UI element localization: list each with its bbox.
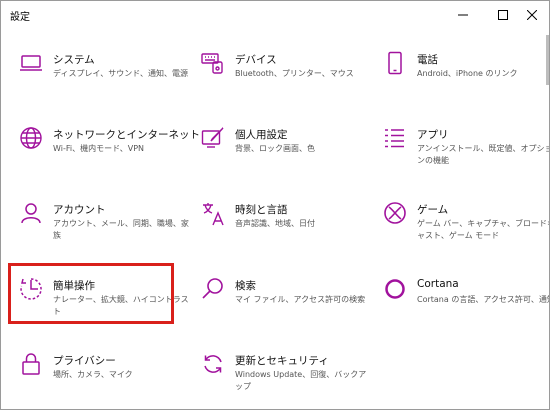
ease-of-access-icon <box>19 277 47 305</box>
title-bar: 設定 <box>1 1 549 29</box>
globe-icon <box>19 126 47 154</box>
tile-network[interactable]: ネットワークとインターネット Wi-Fi、機内モード、VPN <box>19 126 200 186</box>
tile-description: Wi-Fi、機内モード、VPN <box>53 144 145 153</box>
minimize-icon <box>458 14 468 16</box>
paint-icon <box>201 126 229 154</box>
apps-list-icon <box>383 126 411 154</box>
tile-description: マイ ファイル、アクセス許可の検索 <box>235 295 366 304</box>
tile-name: 電話 <box>417 54 438 66</box>
time-language-icon <box>201 201 229 229</box>
refresh-icon <box>201 352 229 380</box>
phone-icon <box>383 51 411 79</box>
tile-description: ナレーター、拡大鏡、ハイコントラスト <box>53 295 189 316</box>
tile-name: ゲーム <box>417 204 449 216</box>
tile-name: Cortana <box>417 278 459 290</box>
maximize-icon <box>498 10 508 20</box>
tile-description: 音声認識、地域、日付 <box>235 219 315 228</box>
tile-description: Android、iPhone のリンク <box>417 69 518 78</box>
person-icon <box>19 201 47 229</box>
tile-description: アカウント、メール、同期、職場、家族 <box>53 219 189 240</box>
tile-description: アンインストール、既定値、オプションの機能 <box>417 144 550 165</box>
tile-name: プライバシー <box>53 355 116 367</box>
tile-devices[interactable]: デバイス Bluetooth、プリンター、マウス <box>201 51 371 111</box>
tile-accounts[interactable]: アカウント アカウント、メール、同期、職場、家族 <box>19 201 189 261</box>
laptop-icon <box>19 51 47 79</box>
settings-window: 設定 システム ディスプレイ、サウンド、通知、電源 デバイス Bluetooth… <box>0 0 550 410</box>
tile-personalization[interactable]: 個人用設定 背景、ロック画面、色 <box>201 126 371 186</box>
tile-ease-of-access[interactable]: 簡単操作 ナレーター、拡大鏡、ハイコントラスト <box>19 277 189 337</box>
tile-time-language[interactable]: 時刻と言語 音声認識、地域、日付 <box>201 201 371 261</box>
tile-name: 簡単操作 <box>53 280 95 292</box>
lock-icon <box>19 352 47 380</box>
tile-name: アカウント <box>53 204 106 216</box>
xbox-icon <box>383 201 411 229</box>
tile-description: ディスプレイ、サウンド、通知、電源 <box>53 69 188 78</box>
tile-description: 背景、ロック画面、色 <box>235 144 315 153</box>
tile-name: 更新とセキュリティ <box>235 355 329 367</box>
tile-description: Bluetooth、プリンター、マウス <box>235 69 354 78</box>
tile-name: ネットワークとインターネット <box>53 129 200 141</box>
tile-name: デバイス <box>235 54 277 66</box>
minimize-button[interactable] <box>445 1 481 29</box>
tile-description: 場所、カメラ、マイク <box>53 370 133 379</box>
tile-name: 個人用設定 <box>235 129 288 141</box>
tile-phone[interactable]: 電話 Android、iPhone のリンク <box>383 51 549 111</box>
window-title: 設定 <box>10 12 30 23</box>
tile-search[interactable]: 検索 マイ ファイル、アクセス許可の検索 <box>201 277 371 337</box>
tile-apps[interactable]: アプリ アンインストール、既定値、オプションの機能 <box>383 126 550 186</box>
tile-description: Cortana の言語、アクセス許可、通知 <box>417 295 550 304</box>
tile-name: 時刻と言語 <box>235 204 288 216</box>
tile-name: 検索 <box>235 280 256 292</box>
tile-system[interactable]: システム ディスプレイ、サウンド、通知、電源 <box>19 51 189 111</box>
close-button[interactable] <box>514 1 549 29</box>
tile-name: アプリ <box>417 129 449 141</box>
keyboard-icon <box>201 51 229 79</box>
tile-gaming[interactable]: ゲーム ゲーム バー、キャプチャ、ブロードキャスト、ゲーム モード <box>383 201 550 261</box>
tile-name: システム <box>53 54 95 66</box>
tile-privacy[interactable]: プライバシー 場所、カメラ、マイク <box>19 352 189 409</box>
tile-update-security[interactable]: 更新とセキュリティ Windows Update、回復、バックアップ <box>201 352 371 409</box>
tile-cortana[interactable]: Cortana Cortana の言語、アクセス許可、通知 <box>383 277 550 337</box>
cortana-icon <box>383 277 411 305</box>
search-icon <box>201 277 229 305</box>
tile-description: Windows Update、回復、バックアップ <box>235 370 367 391</box>
close-icon <box>527 10 537 20</box>
tile-description: ゲーム バー、キャプチャ、ブロードキャスト、ゲーム モード <box>417 219 550 240</box>
